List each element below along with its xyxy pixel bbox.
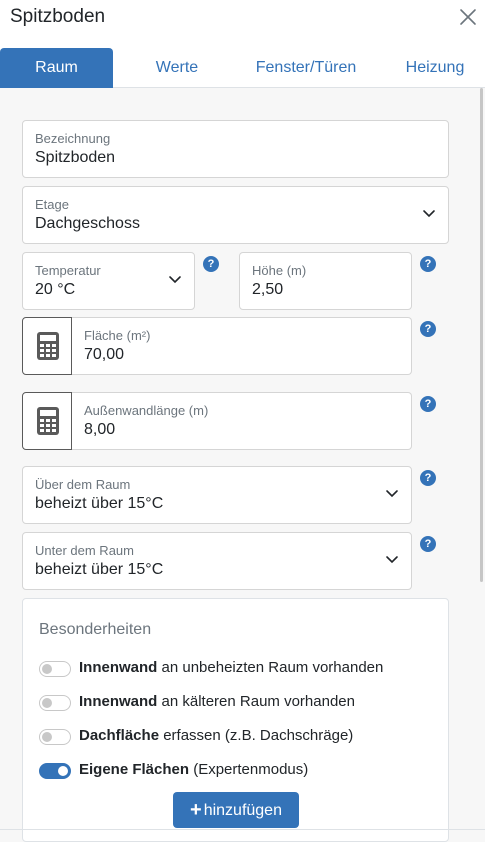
flaeche-help-icon[interactable]: ?	[420, 321, 436, 337]
toggle-label-bold: Innenwand	[79, 693, 158, 710]
tab-fenster-tueren[interactable]: Fenster/Türen	[244, 48, 368, 88]
aussenwand-help-icon[interactable]: ?	[420, 396, 436, 412]
toggle-switch[interactable]	[39, 763, 71, 779]
calculator-icon	[37, 407, 59, 435]
hoehe-field[interactable]: Höhe (m) 2,50	[239, 252, 412, 310]
calculator-icon	[37, 332, 59, 360]
add-button-label: hinzufügen	[203, 802, 282, 819]
flaeche-label: Fläche (m²)	[84, 328, 151, 343]
temperatur-label: Temperatur	[35, 263, 101, 278]
toggle-label-rest: an kälteren Raum vorhanden	[157, 693, 355, 710]
etage-label: Etage	[35, 197, 69, 212]
bezeichnung-field[interactable]: Bezeichnung Spitzboden	[22, 120, 449, 178]
hoehe-help-icon[interactable]: ?	[420, 256, 436, 272]
close-button[interactable]	[458, 7, 478, 27]
flaeche-value: 70,00	[84, 346, 125, 363]
toggle-label-bold: Innenwand	[79, 659, 158, 676]
tab-bar: Raum Werte Fenster/Türen Heizung	[0, 46, 485, 88]
plus-icon: +	[190, 799, 202, 821]
ueber-raum-value: beheizt über 15°C	[35, 495, 164, 512]
chevron-down-icon	[386, 556, 398, 564]
chevron-down-icon	[386, 490, 398, 498]
bezeichnung-label: Bezeichnung	[35, 131, 111, 146]
temperatur-value: 20 °C	[35, 281, 76, 298]
aussenwand-calculator-button[interactable]	[22, 392, 72, 450]
besonderheiten-panel: Besonderheiten Innenwand an unbeheizten …	[22, 598, 449, 842]
aussenwand-value: 8,00	[84, 421, 116, 438]
toggle-switch[interactable]	[39, 695, 71, 711]
close-icon	[460, 9, 476, 25]
etage-value: Dachgeschoss	[35, 215, 140, 232]
toggle-label-bold: Eigene Flächen	[79, 761, 190, 778]
hoehe-value: 2,50	[252, 281, 284, 298]
unter-raum-value: beheizt über 15°C	[35, 561, 164, 578]
tab-werte[interactable]: Werte	[134, 48, 220, 88]
besonderheiten-title: Besonderheiten	[39, 621, 152, 638]
flaeche-field[interactable]: Fläche (m²) 70,00	[72, 317, 412, 375]
chevron-down-icon	[169, 276, 181, 284]
ueber-raum-help-icon[interactable]: ?	[420, 470, 436, 486]
temperatur-select[interactable]: Temperatur 20 °C	[22, 252, 195, 310]
flaeche-calculator-button[interactable]	[22, 317, 72, 375]
chevron-down-icon	[423, 210, 435, 218]
bezeichnung-value: Spitzboden	[35, 149, 116, 166]
toggle-switch[interactable]	[39, 661, 71, 677]
toggle-label-rest: erfassen (z.B. Dachschräge)	[159, 727, 354, 744]
aussenwand-field[interactable]: Außenwandlänge (m) 8,00	[72, 392, 412, 450]
toggle-label-rest: an unbeheizten Raum vorhanden	[157, 659, 384, 676]
toggle-switch[interactable]	[39, 729, 71, 745]
unter-raum-select[interactable]: Unter dem Raum beheizt über 15°C	[22, 532, 412, 590]
ueber-raum-select[interactable]: Über dem Raum beheizt über 15°C	[22, 466, 412, 524]
unter-raum-label: Unter dem Raum	[35, 543, 134, 558]
ueber-raum-label: Über dem Raum	[35, 477, 131, 492]
hoehe-label: Höhe (m)	[252, 263, 307, 278]
tab-heizung[interactable]: Heizung	[396, 48, 474, 88]
unter-raum-help-icon[interactable]: ?	[420, 536, 436, 552]
toggle-label-rest: (Expertenmodus)	[189, 761, 309, 778]
etage-select[interactable]: Etage Dachgeschoss	[22, 186, 449, 244]
temperatur-help-icon[interactable]: ?	[203, 256, 219, 272]
add-button[interactable]: + hinzufügen	[173, 792, 299, 828]
scrollbar[interactable]	[480, 88, 483, 582]
divider	[0, 829, 485, 830]
tab-raum[interactable]: Raum	[0, 48, 113, 88]
dialog-title: Spitzboden	[10, 6, 106, 27]
aussenwand-label: Außenwandlänge (m)	[84, 403, 209, 418]
toggle-label-bold: Dachfläche	[79, 727, 160, 744]
dialog-header: Spitzboden	[0, 0, 485, 36]
